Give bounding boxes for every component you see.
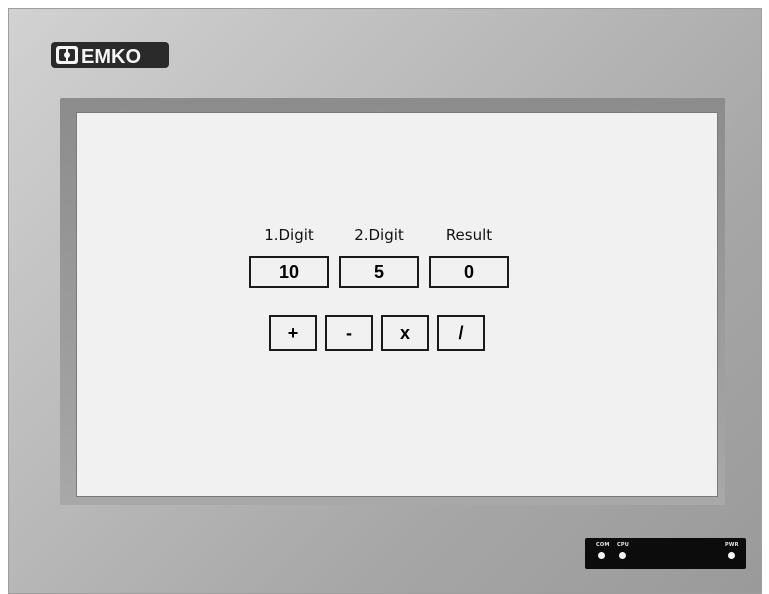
emko-logo-icon (56, 46, 78, 64)
emko-logo: EMKO (51, 42, 169, 68)
divide-button[interactable]: / (437, 315, 485, 351)
svg-text:EMKO: EMKO (81, 46, 141, 68)
digit2-input[interactable]: 5 (339, 256, 419, 288)
pwr-led-label: PWR (725, 542, 739, 548)
multiply-button[interactable]: x (381, 315, 429, 351)
subtract-button[interactable]: - (325, 315, 373, 351)
cpu-led-label: CPU (617, 542, 629, 548)
hmi-screen: 1.Digit 2.Digit Result 10 5 0 + - x / (76, 112, 718, 497)
com-led-icon (598, 552, 605, 559)
status-led-panel: COM CPU PWR (585, 538, 746, 569)
cpu-led-icon (619, 552, 626, 559)
digit1-input[interactable]: 10 (249, 256, 329, 288)
com-led-label: COM (596, 542, 610, 548)
digit1-label: 1.Digit (264, 226, 314, 244)
pwr-led-icon (728, 552, 735, 559)
digit2-label: 2.Digit (354, 226, 404, 244)
add-button[interactable]: + (269, 315, 317, 351)
result-label: Result (445, 226, 493, 244)
result-display: 0 (429, 256, 509, 288)
